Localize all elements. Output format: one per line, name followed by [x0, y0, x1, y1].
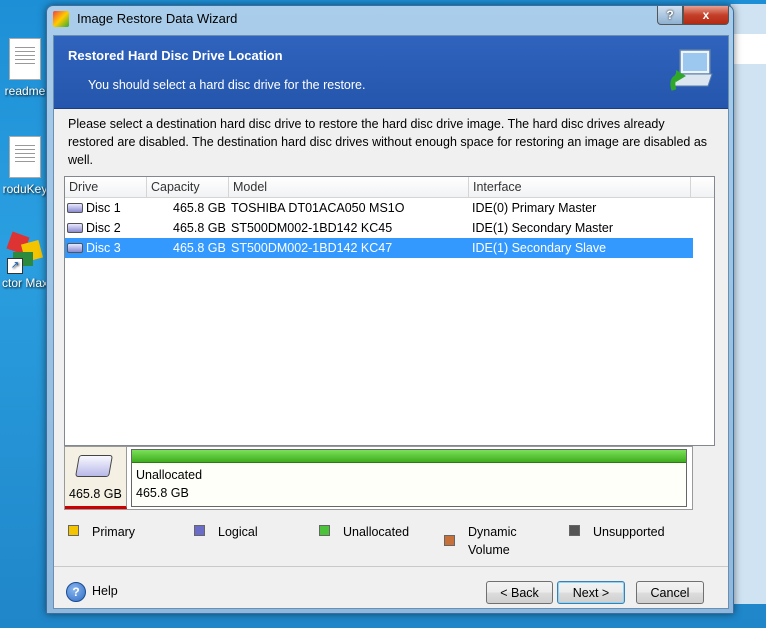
disk-capacity: 465.8 GB — [69, 487, 122, 501]
drive-row[interactable]: Disc 2 465.8 GB ST500DM002-1BD142 KC45 I… — [65, 218, 693, 238]
help-label: Help — [92, 584, 118, 598]
drive-model: ST500DM002-1BD142 KC45 — [231, 221, 393, 235]
wizard-window: Image Restore Data Wizard ? x Restored H… — [46, 5, 734, 614]
drive-list-header: Drive Capacity Model Interface — [65, 177, 714, 198]
drive-capacity: 465.8 GB — [173, 221, 226, 235]
drive-name: Disc 3 — [86, 241, 121, 255]
column-header-model[interactable]: Model — [229, 177, 469, 197]
hard-disk-icon — [67, 202, 83, 213]
legend-swatch — [194, 525, 205, 536]
back-button[interactable]: < Back — [486, 581, 553, 604]
hard-disk-icon — [67, 222, 83, 233]
drive-model: ST500DM002-1BD142 KC47 — [231, 241, 393, 255]
partition-label: Unallocated — [136, 468, 203, 482]
document-icon — [9, 136, 41, 178]
help-title-button[interactable]: ? — [657, 6, 683, 25]
drive-capacity: 465.8 GB — [173, 201, 226, 215]
legend-swatch — [444, 535, 455, 546]
help-icon: ? — [66, 582, 86, 602]
next-button[interactable]: Next > — [557, 581, 625, 604]
title-bar[interactable]: Image Restore Data Wizard ? x — [47, 6, 733, 32]
column-header-capacity[interactable]: Capacity — [147, 177, 229, 197]
drive-list[interactable]: Drive Capacity Model Interface Disc 1 46… — [64, 176, 715, 446]
restore-computer-icon — [670, 49, 713, 91]
partition-block[interactable]: Unallocated 465.8 GB — [131, 449, 687, 507]
page-title: Restored Hard Disc Drive Location — [68, 48, 283, 63]
column-header-interface[interactable]: Interface — [469, 177, 691, 197]
drive-name: Disc 2 — [86, 221, 121, 235]
wizard-client: Restored Hard Disc Drive Location You sh… — [53, 35, 729, 609]
partition-size: 465.8 GB — [136, 486, 189, 500]
partition-bar — [132, 450, 686, 463]
column-header-drive[interactable]: Drive — [65, 177, 147, 197]
legend-label: Dynamic Volume — [468, 525, 517, 557]
app-shortcut-icon: ↗ — [5, 231, 45, 274]
legend-label: Unallocated — [343, 525, 410, 539]
drive-interface: IDE(0) Primary Master — [472, 201, 597, 215]
document-icon — [9, 38, 41, 80]
legend-label: Unsupported — [593, 525, 665, 539]
legend-swatch — [319, 525, 330, 536]
legend-label: Logical — [218, 525, 258, 539]
drive-row-selected[interactable]: Disc 3 465.8 GB ST500DM002-1BD142 KC47 I… — [65, 238, 693, 258]
drive-interface: IDE(1) Secondary Master — [472, 221, 614, 235]
legend-swatch — [68, 525, 79, 536]
legend-swatch — [569, 525, 580, 536]
wizard-banner: Restored Hard Disc Drive Location You sh… — [54, 36, 728, 109]
footer-divider — [54, 566, 728, 567]
app-icon — [53, 11, 69, 27]
drive-capacity: 465.8 GB — [173, 241, 226, 255]
drive-model: TOSHIBA DT01ACA050 MS1O — [231, 201, 405, 215]
close-button[interactable]: x — [683, 6, 729, 25]
cancel-button[interactable]: Cancel — [636, 581, 704, 604]
desktop-icon-label: roduKey — [2, 182, 48, 196]
partition-legend: Primary Logical Unallocated Dynamic Volu… — [68, 523, 718, 563]
disk-summary[interactable]: 465.8 GB — [65, 447, 127, 509]
desktop-icon-app[interactable]: ↗ ctor Max — [0, 231, 50, 290]
drive-row[interactable]: Disc 1 465.8 GB TOSHIBA DT01ACA050 MS1O … — [65, 198, 693, 218]
disk-map: 465.8 GB Unallocated 465.8 GB — [64, 446, 693, 510]
legend-label: Primary — [92, 525, 136, 539]
drive-name: Disc 1 — [86, 201, 121, 215]
page-subtitle: You should select a hard disc drive for … — [88, 78, 366, 92]
desktop-icon-readme[interactable]: readme — [0, 38, 50, 98]
hard-disk-icon — [67, 242, 83, 253]
desktop-icon-productkey[interactable]: roduKey — [0, 136, 50, 196]
desktop-icon-label: readme — [4, 84, 46, 98]
background-window — [730, 4, 766, 604]
window-title: Image Restore Data Wizard — [77, 11, 238, 26]
hard-disk-icon — [75, 455, 113, 477]
instructions-text: Please select a destination hard disc dr… — [68, 117, 708, 167]
drive-interface: IDE(1) Secondary Slave — [472, 241, 607, 255]
desktop-icon-label: ctor Max — [1, 276, 48, 290]
